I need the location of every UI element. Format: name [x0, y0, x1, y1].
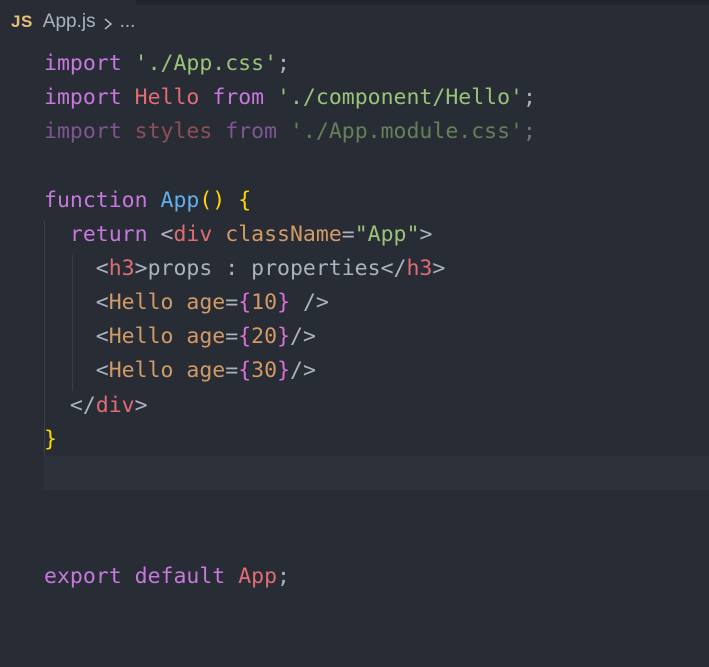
code-line-9: <Hello age={20}/> [95, 324, 316, 349]
breadcrumb-more[interactable]: ... [120, 11, 136, 33]
current-line-highlight [44, 456, 709, 490]
breadcrumb: JS App.js ... [0, 0, 709, 44]
chevron-right-icon [102, 15, 114, 30]
js-file-icon: JS [11, 12, 33, 31]
code-line-2: import Hello from './component/Hello'; [44, 85, 536, 110]
code-line-11: </div> [69, 393, 148, 418]
code-line-12: } [44, 427, 57, 452]
code-line-6: return <div className="App"> [69, 222, 433, 247]
code-line-7: <h3>props : properties</h3> [95, 256, 446, 281]
code-line-1: import './App.css'; [44, 51, 290, 76]
breadcrumb-file[interactable]: App.js [43, 11, 96, 33]
code-line-8: <Hello age={10} /> [95, 290, 329, 315]
code-line-10: <Hello age={30}/> [95, 358, 316, 383]
code-line-3: import styles from './App.module.css'; [44, 119, 536, 144]
code-line-5: function App() { [44, 188, 252, 213]
code-line-16: export default App; [44, 564, 290, 589]
